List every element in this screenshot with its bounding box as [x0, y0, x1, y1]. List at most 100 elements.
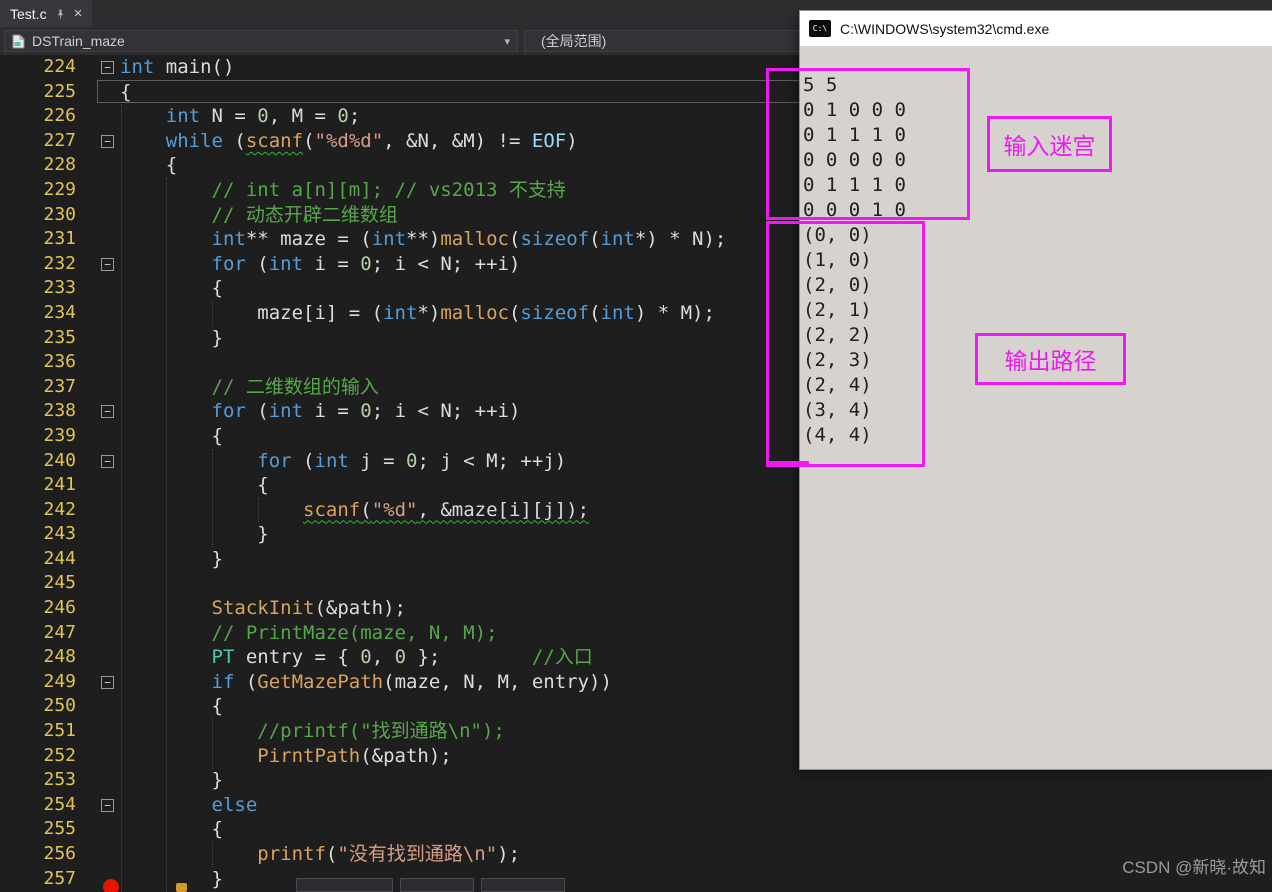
line-number[interactable]: 224: [0, 55, 76, 80]
line-number[interactable]: 257: [0, 867, 76, 892]
console-line: (0, 0): [803, 224, 872, 246]
member-dropdown-label: (全局范围): [541, 33, 607, 49]
fold-margin: [76, 498, 120, 523]
line-number[interactable]: 249: [0, 670, 76, 695]
cmd-titlebar[interactable]: C:\ C:\WINDOWS\system32\cmd.exe: [800, 11, 1272, 47]
tab-title: Test.c: [10, 5, 47, 22]
line-number[interactable]: 250: [0, 694, 76, 719]
cmd-window: C:\ C:\WINDOWS\system32\cmd.exe 5 5 0 1 0…: [799, 10, 1272, 770]
line-number[interactable]: 240: [0, 449, 76, 474]
line-number[interactable]: 239: [0, 424, 76, 449]
pin-icon[interactable]: [55, 8, 66, 20]
fold-margin: [76, 719, 120, 744]
fold-marker-icon[interactable]: −: [101, 61, 114, 74]
fold-marker-icon[interactable]: −: [101, 405, 114, 419]
line-number[interactable]: 238: [0, 399, 76, 424]
line-number[interactable]: 247: [0, 621, 76, 646]
console-cursor: [769, 461, 809, 466]
line-number[interactable]: 244: [0, 547, 76, 572]
bottom-bar-item[interactable]: [296, 878, 393, 892]
fold-marker-icon[interactable]: −: [101, 257, 114, 271]
cmd-output: 5 5 0 1 0 0 0 0 1 1 1 0 0 0 0 0 0 0 1 1 1 0 0…: [800, 47, 1272, 448]
fold-margin: −: [76, 252, 120, 277]
line-number[interactable]: 242: [0, 498, 76, 523]
line-number[interactable]: 246: [0, 596, 76, 621]
line-number[interactable]: 230: [0, 203, 76, 228]
fold-margin: −: [76, 670, 120, 695]
fold-margin: [76, 203, 120, 228]
line-number[interactable]: 233: [0, 276, 76, 301]
console-line: (4, 4): [803, 424, 872, 446]
console-line: (2, 2): [803, 324, 872, 346]
code-text: else: [211, 793, 258, 816]
fold-marker-icon[interactable]: −: [101, 134, 114, 148]
console-lines: 5 5 0 1 0 0 0 0 1 1 1 0 0 0 0 0 0 0 1 1 1 0 0…: [803, 73, 1272, 448]
line-number[interactable]: 254: [0, 793, 76, 818]
code-line-253[interactable]: 253 }: [0, 768, 1272, 793]
line-number[interactable]: 255: [0, 817, 76, 842]
line-number[interactable]: 248: [0, 645, 76, 670]
chevron-down-icon: ▾: [504, 35, 510, 48]
line-number[interactable]: 232: [0, 252, 76, 277]
console-line: 5 5: [803, 74, 838, 96]
code-line-254[interactable]: 254 − else: [0, 793, 1272, 818]
console-line: 0 0 0 1 0: [803, 199, 906, 221]
line-number[interactable]: 228: [0, 153, 76, 178]
cmd-title: C:\WINDOWS\system32\cmd.exe: [840, 20, 1050, 37]
line-number[interactable]: 253: [0, 768, 76, 793]
code-line-257[interactable]: 257 }: [0, 867, 1272, 892]
code-text: }: [120, 769, 223, 792]
line-number[interactable]: 237: [0, 375, 76, 400]
watermark: CSDN @新晓·故知: [1122, 858, 1266, 877]
fold-margin: [76, 817, 120, 842]
line-number[interactable]: 229: [0, 178, 76, 203]
line-number[interactable]: 252: [0, 744, 76, 769]
line-number[interactable]: 235: [0, 326, 76, 351]
scope-dropdown-label: DSTrain_maze: [32, 33, 125, 49]
line-number[interactable]: 251: [0, 719, 76, 744]
console-line: 0 1 1 1 0: [803, 174, 906, 196]
fold-margin: [76, 694, 120, 719]
file-icon: [12, 34, 25, 49]
project-scope-dropdown[interactable]: DSTrain_maze ▾: [4, 30, 518, 52]
fold-marker-icon[interactable]: −: [101, 675, 114, 689]
line-number[interactable]: 234: [0, 301, 76, 326]
fold-margin: [76, 522, 120, 547]
code-line-255[interactable]: 255 {: [0, 817, 1272, 842]
indent-guide: [212, 842, 213, 867]
console-line: (2, 3): [803, 349, 872, 371]
bottom-bar-item[interactable]: [400, 878, 474, 892]
fold-marker-icon[interactable]: −: [101, 798, 114, 812]
fold-margin: [76, 571, 120, 596]
line-number[interactable]: 225: [0, 80, 76, 105]
fold-margin: [76, 547, 120, 572]
line-number[interactable]: 241: [0, 473, 76, 498]
line-number[interactable]: 256: [0, 842, 76, 867]
line-number[interactable]: 231: [0, 227, 76, 252]
bottom-bar-item[interactable]: [481, 878, 565, 892]
console-line: (2, 4): [803, 374, 872, 396]
line-number[interactable]: 243: [0, 522, 76, 547]
screen: Test.c × DSTrain_maze ▾ (全局范围) 224− int m…: [0, 0, 1272, 892]
indent-guide: [212, 719, 213, 769]
fold-margin: [76, 768, 120, 793]
fold-margin: −: [76, 129, 120, 154]
fold-marker-icon[interactable]: −: [101, 454, 114, 468]
fold-margin: [76, 301, 120, 326]
line-number[interactable]: 245: [0, 571, 76, 596]
line-number[interactable]: 226: [0, 104, 76, 129]
line-number[interactable]: 236: [0, 350, 76, 375]
console-line: 0 0 0 0 0: [803, 149, 906, 171]
line-number[interactable]: 227: [0, 129, 76, 154]
fold-margin: [76, 375, 120, 400]
close-icon[interactable]: ×: [74, 6, 83, 21]
tab-testc[interactable]: Test.c ×: [0, 0, 93, 27]
console-line: 0 1 0 0 0: [803, 99, 906, 121]
indent-guide: [212, 449, 213, 547]
code-line-256[interactable]: 256 printf("没有找到通路\n");: [0, 842, 1272, 867]
breakpoint-icon[interactable]: [103, 879, 119, 892]
bottom-marker-icon: [176, 883, 187, 892]
fold-margin: [76, 842, 120, 867]
fold-margin: −: [76, 793, 120, 818]
code-text: }: [120, 867, 223, 890]
